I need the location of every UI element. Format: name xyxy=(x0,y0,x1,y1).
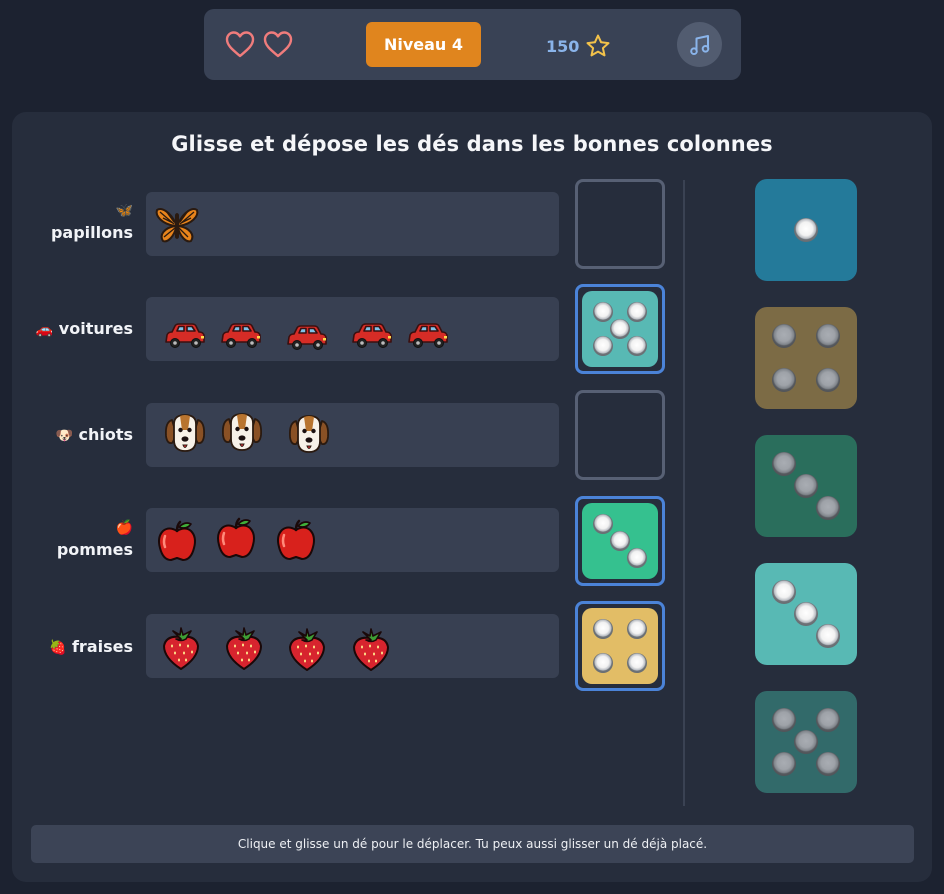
row-label-chiots: 🐶 chiots xyxy=(12,424,133,447)
car-icon xyxy=(349,312,395,358)
count-box-voitures xyxy=(146,297,559,361)
die-pip xyxy=(626,619,647,640)
car-icon xyxy=(218,312,264,358)
pool-die[interactable] xyxy=(755,435,857,537)
drop-slot-papillons[interactable] xyxy=(575,179,665,269)
pool-die[interactable] xyxy=(755,691,857,793)
column-divider xyxy=(683,180,685,806)
row-label-papillons: 🦋 papillons xyxy=(12,200,133,244)
placed-die[interactable] xyxy=(582,503,658,579)
apple-icon: 🍎 xyxy=(115,520,133,536)
row-label-fraises: 🍓 fraises xyxy=(12,636,133,659)
die-pip xyxy=(771,707,796,732)
count-box-papillons xyxy=(146,192,559,256)
die-pip xyxy=(771,368,796,393)
car-icon xyxy=(162,312,208,358)
hint-bar: Clique et glisse un dé pour le déplacer.… xyxy=(31,825,914,863)
die-pip xyxy=(593,302,614,323)
die-pip xyxy=(610,319,630,339)
die-pip xyxy=(816,752,841,777)
puppy-icon: 🐶 xyxy=(55,428,73,444)
puppy-icon xyxy=(162,410,208,456)
music-note-icon xyxy=(689,34,709,55)
butterfly-icon xyxy=(154,201,200,247)
die-pip xyxy=(593,514,614,535)
instruction-title: Glisse et dépose les dés dans les bonnes… xyxy=(171,132,773,156)
apple-icon xyxy=(213,515,259,561)
die-pip xyxy=(593,335,614,356)
count-box-fraises xyxy=(146,614,559,678)
top-bar: Niveau 4 150 xyxy=(204,9,741,80)
apple-icon xyxy=(273,517,319,563)
heart-icon xyxy=(263,31,293,58)
row-label-text: chiots xyxy=(78,425,133,444)
car-icon xyxy=(405,312,451,358)
lives xyxy=(224,29,294,59)
heart-icon xyxy=(225,31,255,58)
pool-die[interactable] xyxy=(755,179,857,281)
count-box-chiots xyxy=(146,403,559,467)
car-icon xyxy=(284,314,330,360)
die-pip xyxy=(816,496,841,521)
placed-die[interactable] xyxy=(582,291,658,367)
drop-slot-chiots[interactable] xyxy=(575,390,665,480)
drop-slot-fraises[interactable] xyxy=(575,601,665,691)
puppy-icon xyxy=(286,411,332,457)
die-pip xyxy=(626,302,647,323)
car-icon: 🚗 xyxy=(35,322,54,338)
score: 150 xyxy=(546,33,611,59)
level-badge: Niveau 4 xyxy=(366,22,481,67)
die-pip xyxy=(771,752,796,777)
row-label-pommes: 🍎 pommes xyxy=(12,517,133,561)
strawberry-icon xyxy=(158,625,204,671)
row-label-voitures: 🚗 voitures xyxy=(12,318,133,341)
die-pip xyxy=(626,335,647,356)
die-pip xyxy=(816,368,841,393)
die-pip xyxy=(626,547,647,568)
score-value: 150 xyxy=(546,36,580,56)
pool-die[interactable] xyxy=(755,563,857,665)
game-panel: Glisse et dépose les dés dans les bonnes… xyxy=(12,112,932,882)
drop-slot-pommes[interactable] xyxy=(575,496,665,586)
drop-slot-voitures[interactable] xyxy=(575,284,665,374)
strawberry-icon xyxy=(221,625,267,671)
die-pip xyxy=(816,323,841,348)
row-label-text: pommes xyxy=(56,540,133,559)
die-pip xyxy=(593,652,614,673)
strawberry-icon: 🍓 xyxy=(48,640,67,656)
music-button[interactable] xyxy=(677,22,722,67)
pool-die[interactable] xyxy=(755,307,857,409)
die-pip xyxy=(771,323,796,348)
strawberry-icon xyxy=(284,626,330,672)
row-label-text: papillons xyxy=(50,223,133,242)
butterfly-icon: 🦋 xyxy=(115,203,133,219)
row-label-text: fraises xyxy=(71,637,133,656)
die-pip xyxy=(794,730,818,754)
die-pip xyxy=(593,619,614,640)
die-pip xyxy=(794,218,818,242)
die-pip xyxy=(771,579,796,604)
die-pip xyxy=(794,474,818,498)
placed-die[interactable] xyxy=(582,608,658,684)
count-box-pommes xyxy=(146,508,559,572)
apple-icon xyxy=(154,518,200,564)
die-pip xyxy=(816,707,841,732)
die-pip xyxy=(626,652,647,673)
row-label-text: voitures xyxy=(58,319,133,338)
star-icon xyxy=(586,34,610,57)
puppy-icon xyxy=(219,409,265,455)
strawberry-icon xyxy=(348,626,394,672)
die-pip xyxy=(610,531,630,551)
die-pip xyxy=(771,451,796,476)
die-pip xyxy=(816,624,841,649)
die-pip xyxy=(794,602,818,626)
